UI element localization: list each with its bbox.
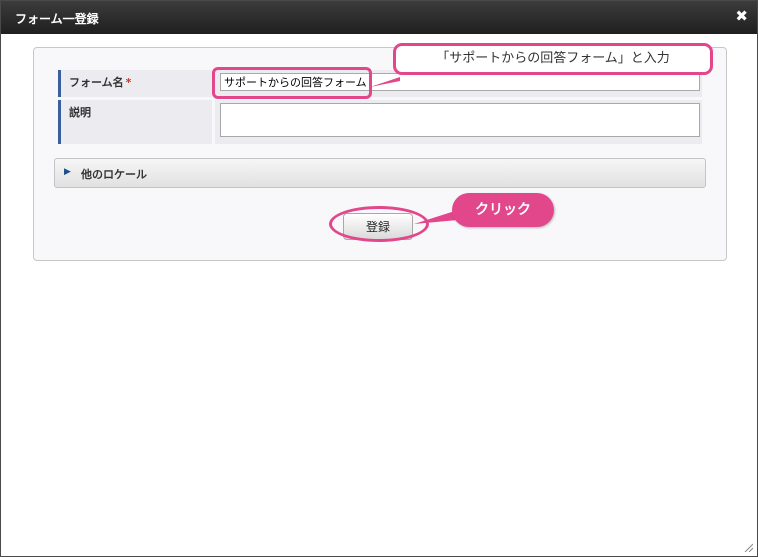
input-instruction-callout: 「サポートからの回答フォーム」と入力 xyxy=(393,43,713,75)
dialog-titlebar: フォーム一登録 ✖ xyxy=(1,1,757,34)
description-textarea[interactable] xyxy=(220,103,700,137)
input-highlight-box xyxy=(212,67,372,99)
form-name-label-cell: フォーム名 * xyxy=(58,70,212,97)
required-mark: * xyxy=(125,76,132,89)
description-label-cell: 説明 xyxy=(58,100,212,144)
other-locales-label: 他のロケール xyxy=(81,168,147,181)
callout-pointer xyxy=(370,77,400,87)
dialog-title: フォーム一登録 xyxy=(15,12,99,26)
close-icon[interactable]: ✖ xyxy=(735,7,748,25)
click-instruction-callout: クリック xyxy=(452,193,554,227)
form-name-label: フォーム名 xyxy=(69,76,124,89)
dialog-resize-grip-icon[interactable] xyxy=(743,542,753,552)
expand-arrow-icon: ▶ xyxy=(64,167,71,177)
description-label: 説明 xyxy=(69,106,91,119)
other-locales-accordion[interactable]: ▶ 他のロケール xyxy=(54,158,706,188)
